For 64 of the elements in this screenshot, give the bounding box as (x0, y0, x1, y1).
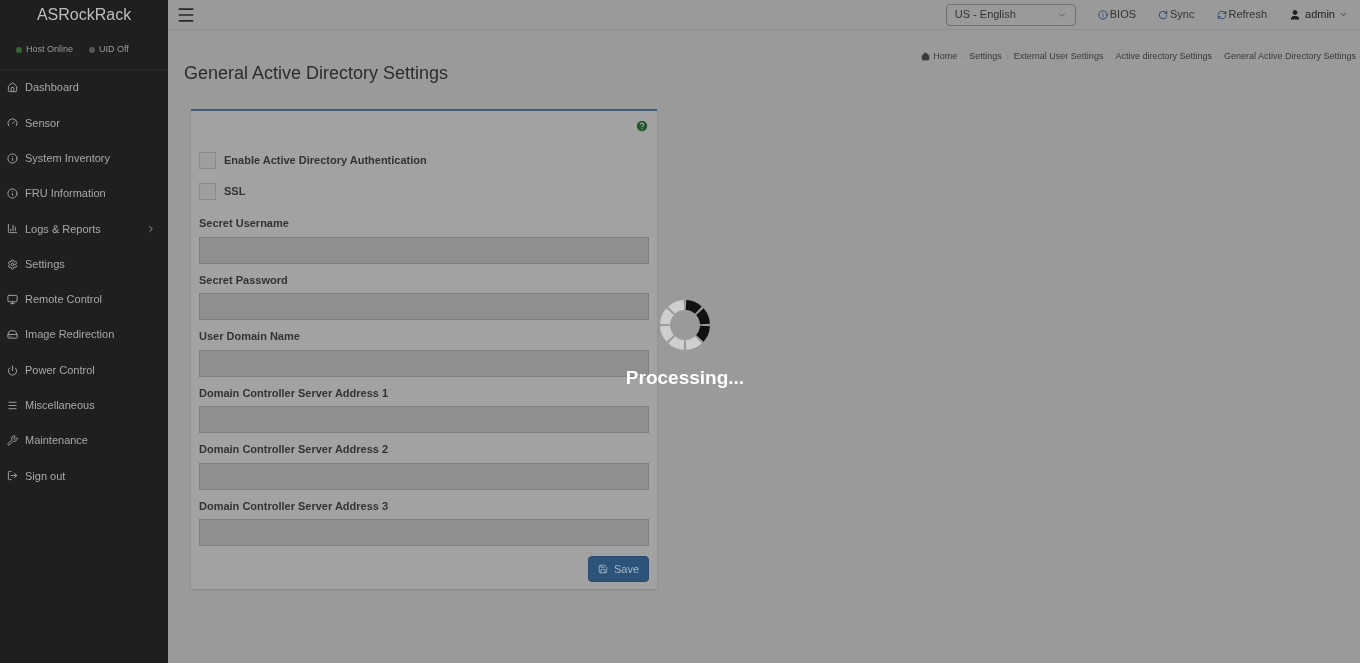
checkbox[interactable] (199, 152, 216, 169)
menu-icon (7, 399, 18, 411)
field-label: Secret Username (199, 216, 290, 231)
input-field[interactable] (199, 462, 649, 490)
processing-message: Processing... (625, 366, 745, 390)
status-label: Host Online (26, 42, 74, 56)
nav-item[interactable]: Dashboard (0, 70, 168, 106)
user-menu[interactable]: admin (1289, 6, 1348, 23)
language-select[interactable]: US - English (945, 3, 1076, 26)
field-label: Secret Password (199, 272, 289, 288)
caret-icon (1339, 10, 1348, 19)
wrench-icon (7, 435, 18, 447)
input-field[interactable] (199, 519, 649, 546)
checkbox[interactable] (199, 183, 216, 200)
nav-item[interactable]: Settings (0, 246, 168, 282)
info-icon (1097, 9, 1108, 20)
gauge-icon (7, 117, 18, 129)
brand-logo: ASRockRack (36, 5, 132, 25)
nav-item[interactable]: Miscellaneous (0, 387, 168, 423)
breadcrumb-link[interactable]: Active directory Settings (1115, 50, 1212, 64)
nav-item[interactable]: FRU Information (0, 175, 168, 212)
settings-icon (7, 258, 18, 270)
breadcrumb-link[interactable]: Settings (969, 50, 1002, 64)
refresh-icon (1216, 9, 1227, 20)
page-title: General Active Directory Settings (184, 62, 449, 85)
field-label: Domain Controller Server Address 1 (199, 385, 390, 401)
nav-item[interactable]: Image Redirection (0, 317, 168, 353)
toolbar-link[interactable]: Sync (1158, 6, 1195, 23)
toolbar-link[interactable]: Refresh (1216, 6, 1268, 23)
input-field[interactable] (199, 236, 649, 264)
toolbar-link[interactable]: BIOS (1097, 6, 1137, 23)
nav-item[interactable]: Sensor (0, 105, 168, 141)
breadcrumb-link[interactable]: General Active Directory Settings (1223, 50, 1356, 64)
input-field[interactable] (199, 293, 649, 320)
info-icon (7, 152, 18, 164)
sync-icon (1158, 9, 1169, 20)
home-icon (7, 82, 18, 94)
home-icon (921, 52, 931, 62)
save-button[interactable]: Save (587, 556, 649, 582)
field-label: Domain Controller Server Address 2 (199, 442, 390, 457)
nav-item[interactable]: Logs & Reports (0, 211, 168, 247)
nav-item[interactable]: Maintenance (0, 422, 168, 459)
breadcrumb-link[interactable]: External User Settings (1013, 50, 1104, 64)
drive-icon (7, 329, 18, 341)
power-icon (7, 364, 18, 376)
help-icon[interactable] (635, 119, 649, 133)
status-label: UID Off (99, 42, 129, 56)
input-field[interactable] (199, 406, 649, 433)
info-icon (7, 188, 18, 200)
monitor-icon (7, 293, 18, 305)
checkbox-label: Enable Active Directory Authentication (224, 153, 427, 169)
save-icon (597, 564, 608, 574)
breadcrumb-link[interactable]: Home (933, 50, 958, 64)
field-label: Domain Controller Server Address 3 (199, 498, 390, 514)
nav-item[interactable]: Remote Control (0, 281, 168, 318)
bar-chart-icon (7, 223, 18, 235)
sign-out-icon (7, 470, 18, 482)
user-icon (1289, 8, 1302, 21)
field-label: User Domain Name (199, 329, 301, 344)
nav-item[interactable]: Sign out (0, 458, 168, 494)
checkbox-label: SSL (224, 184, 246, 200)
nav-item[interactable]: Power Control (0, 352, 168, 388)
spinner-icon (658, 298, 712, 352)
nav-item[interactable]: System Inventory (0, 140, 168, 176)
